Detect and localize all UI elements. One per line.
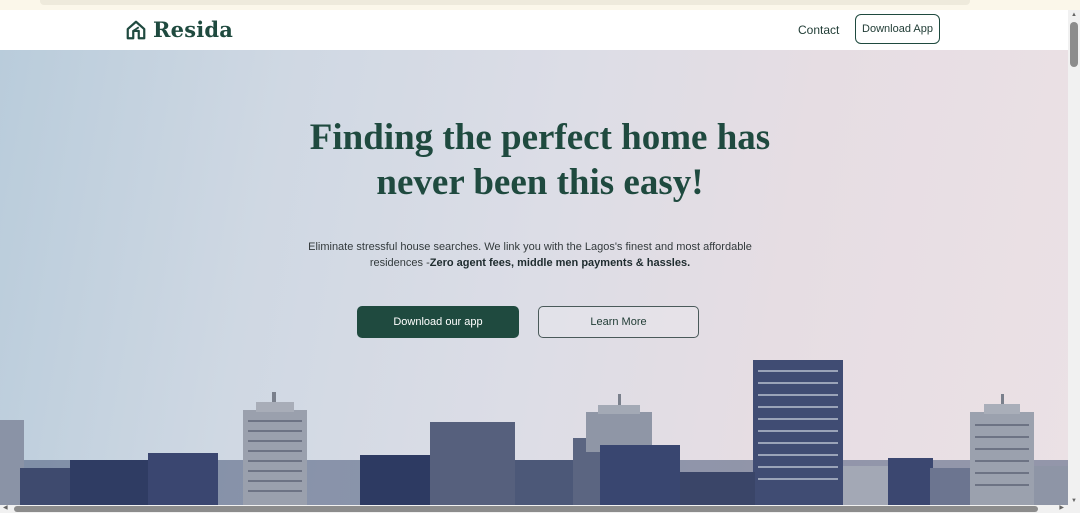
learn-more-button[interactable]: Learn More: [538, 306, 699, 338]
hero-title: Finding the perfect home has never been …: [0, 115, 1068, 205]
logo[interactable]: Resida: [125, 17, 233, 42]
hero-title-line-2: never been this easy!: [376, 162, 704, 203]
city-skyline-image: [0, 360, 1068, 505]
site-header: Resida Contact Download App: [0, 10, 1068, 50]
hero-subtitle-bold: Zero agent fees, middle men payments & h…: [429, 257, 691, 269]
house-outline-icon: [126, 20, 146, 39]
logo-text: Resida: [153, 17, 234, 42]
browser-bar-edge: [40, 0, 970, 5]
hero-title-line-1: Finding the perfect home has: [309, 117, 771, 158]
horizontal-scroll-thumb[interactable]: [14, 506, 1038, 512]
hero-subtitle: Eliminate stressful house searches. We l…: [290, 239, 770, 271]
vertical-scrollbar[interactable]: ▲ ▼: [1068, 10, 1080, 505]
scroll-right-icon[interactable]: ▶: [1059, 504, 1064, 511]
download-our-app-button[interactable]: Download our app: [357, 306, 519, 338]
horizontal-scrollbar[interactable]: ◀ ▶: [0, 505, 1080, 513]
scroll-left-icon[interactable]: ◀: [3, 504, 8, 511]
nav-contact-link[interactable]: Contact: [798, 23, 839, 37]
vertical-scroll-thumb[interactable]: [1070, 22, 1078, 67]
scroll-down-icon[interactable]: ▼: [1071, 498, 1077, 504]
hero-section: Finding the perfect home has never been …: [0, 50, 1068, 505]
scroll-up-icon[interactable]: ▲: [1071, 12, 1077, 18]
nav-download-app-button[interactable]: Download App: [855, 14, 940, 44]
